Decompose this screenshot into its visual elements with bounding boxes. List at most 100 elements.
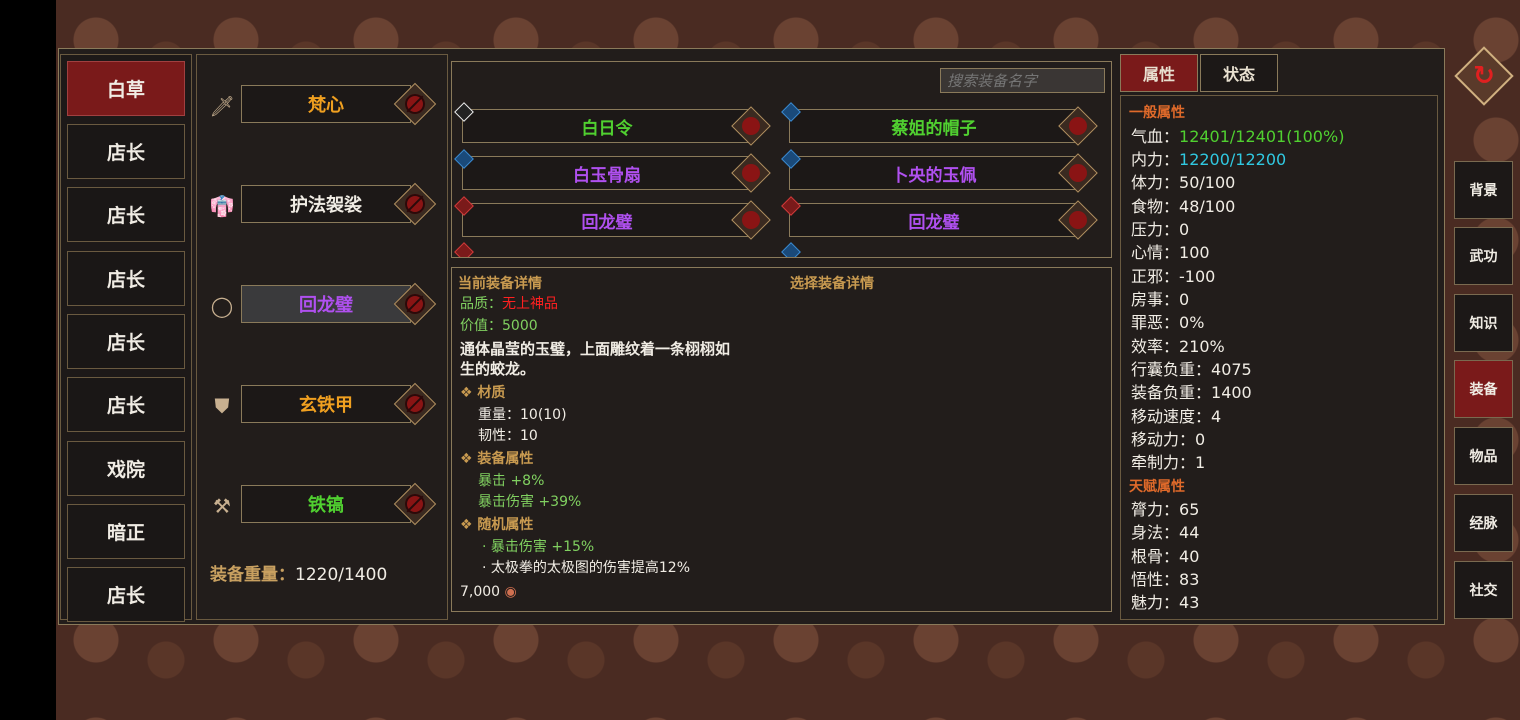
character-tab[interactable]: 店长	[67, 187, 185, 242]
value-value: 5000	[502, 318, 538, 334]
nav-martial-arts[interactable]: 武功	[1454, 227, 1513, 285]
tab-attributes[interactable]: 属性	[1120, 54, 1198, 92]
attr-row: 装备负重：1400	[1131, 379, 1252, 403]
nav-knowledge[interactable]: 知识	[1454, 294, 1513, 352]
item-name[interactable]: 回龙璧	[789, 203, 1079, 237]
description: 通体晶莹的玉璧，上面雕纹着一条栩栩如	[460, 340, 731, 358]
attr-value: 0	[1195, 430, 1206, 449]
quality-line: 品质：无上神品	[460, 293, 558, 313]
character-tab[interactable]: 店长	[67, 251, 185, 306]
talent-value: 65	[1179, 500, 1200, 519]
character-tab[interactable]: 店长	[67, 567, 185, 622]
attr-value: 100	[1179, 243, 1210, 262]
equipment-slots: 🗡 梵心 👘 护法袈裟 ◯ 回龙璧 ⛊ 玄铁甲 ⚒ 铁镐	[196, 54, 448, 620]
attr-label: 牵制力：	[1131, 453, 1196, 472]
item-cell[interactable]: 回龙璧	[454, 196, 776, 240]
nav-equipment[interactable]: 装备	[1454, 360, 1513, 418]
robe-icon: 👘	[209, 194, 235, 218]
item-cell[interactable]: 卜央的玉佩	[781, 149, 1103, 193]
attr-row: 压力：0	[1131, 216, 1189, 240]
character-tab[interactable]: 戏院	[67, 441, 185, 496]
item-details: 当前装备详情 选择装备详情 品质：无上神品 价值：5000 通体晶莹的玉璧，上面…	[451, 267, 1112, 612]
select-details-header: 选择装备详情	[790, 276, 874, 292]
equip-slot-accessory[interactable]: ◯ 回龙璧	[197, 282, 449, 326]
attr-label: 行囊负重：	[1131, 360, 1212, 379]
attr-value: 0%	[1179, 313, 1205, 332]
coin-icon: ◉	[504, 584, 517, 600]
item-cell[interactable]	[781, 242, 1103, 257]
equip-slot-tool[interactable]: ⚒ 铁镐	[197, 482, 449, 526]
attr-label: 罪恶：	[1131, 313, 1180, 332]
talent-label: 根骨：	[1131, 547, 1180, 566]
weight-text: 重量：10(10)	[478, 407, 567, 423]
item-name[interactable]: 蔡姐的帽子	[789, 109, 1079, 143]
item-cell[interactable]: 蔡姐的帽子	[781, 102, 1103, 146]
character-tab[interactable]: 白草	[67, 61, 185, 116]
crit-text: 暴击 +8%	[478, 473, 545, 489]
character-list: 白草 店长 店长 店长 店长 店长 戏院 暗正 店长	[60, 54, 192, 622]
nav-background[interactable]: 背景	[1454, 161, 1513, 219]
equip-slot-robe[interactable]: 👘 护法袈裟	[197, 182, 449, 226]
character-tab[interactable]: 店长	[67, 124, 185, 179]
equip-slot-name[interactable]: 玄铁甲	[241, 385, 411, 423]
back-arrow-icon: ↻	[1473, 61, 1495, 91]
attr-row: 心情：100	[1131, 239, 1210, 263]
value-line: 价值：5000	[460, 315, 538, 335]
item-cell[interactable]: 回龙璧	[781, 196, 1103, 240]
equip-weight: 装备重量：1220/1400	[210, 560, 387, 585]
item-type-icon	[781, 242, 801, 257]
attr-label: 正邪：	[1131, 267, 1180, 286]
attr-value: 1	[1195, 453, 1206, 472]
random-attr: · 暴击伤害 +15%	[482, 539, 595, 555]
equip-slot-name[interactable]: 回龙璧	[241, 285, 411, 323]
description: 生的蛟龙。	[460, 360, 536, 378]
talent-value: 43	[1179, 593, 1200, 612]
random-attr: · 太极拳的太极图的伤害提高12%	[482, 560, 691, 576]
attr-label: 压力：	[1131, 220, 1180, 239]
item-name[interactable]: 白日令	[462, 109, 752, 143]
attr-row: 罪恶：0%	[1131, 309, 1204, 333]
item-name[interactable]: 回龙璧	[462, 203, 752, 237]
talent-value: 44	[1179, 523, 1200, 542]
talent-label: 身法：	[1131, 523, 1180, 542]
attr-value: 50/100	[1179, 173, 1236, 192]
equip-slot-weapon[interactable]: 🗡 梵心	[197, 82, 449, 126]
talent-value: 40	[1179, 547, 1200, 566]
item-type-icon	[454, 242, 474, 257]
character-tab[interactable]: 店长	[67, 314, 185, 369]
attr-row: 正邪：-100	[1131, 263, 1215, 287]
tab-status[interactable]: 状态	[1200, 54, 1278, 92]
talent-row: 膂力：65	[1131, 496, 1199, 520]
character-tab[interactable]: 暗正	[67, 504, 185, 559]
talent-row: 根骨：40	[1131, 543, 1199, 567]
equip-slot-name[interactable]: 梵心	[241, 85, 411, 123]
character-tab[interactable]: 店长	[67, 377, 185, 432]
quality-label: 品质：	[460, 296, 502, 312]
equip-slot-armor[interactable]: ⛊ 玄铁甲	[197, 382, 449, 426]
toughness-text: 韧性：10	[478, 428, 538, 444]
attribute-list: 一般属性 气血：12401/12401(100%) 内力：12200/12200…	[1120, 95, 1438, 620]
equip-weight-value: 1220/1400	[295, 565, 388, 585]
nav-meridians[interactable]: 经脉	[1454, 494, 1513, 552]
attr-row: 房事：0	[1131, 286, 1189, 310]
search-input[interactable]	[940, 68, 1105, 93]
attr-value: 0	[1179, 290, 1190, 309]
attr-value: 12200/12200	[1179, 150, 1287, 169]
attr-label: 体力：	[1131, 173, 1180, 192]
item-cell[interactable]	[454, 242, 776, 257]
price: 7,000 ◉	[460, 584, 517, 600]
item-cell[interactable]: 白玉骨扇	[454, 149, 776, 193]
armor-icon: ⛊	[214, 394, 230, 418]
nav-social[interactable]: 社交	[1454, 561, 1513, 619]
talent-label: 悟性：	[1131, 570, 1180, 589]
item-name[interactable]: 白玉骨扇	[462, 156, 752, 190]
material-header: ❖ 材质	[460, 385, 506, 401]
item-name[interactable]: 卜央的玉佩	[789, 156, 1079, 190]
attr-value: 0	[1179, 220, 1190, 239]
nav-items[interactable]: 物品	[1454, 427, 1513, 485]
equip-slot-name[interactable]: 护法袈裟	[241, 185, 411, 223]
item-cell[interactable]: 白日令	[454, 102, 776, 146]
attr-label: 移动力：	[1131, 430, 1196, 449]
attr-value: 12401/12401(100%)	[1179, 127, 1345, 146]
equip-slot-name[interactable]: 铁镐	[241, 485, 411, 523]
